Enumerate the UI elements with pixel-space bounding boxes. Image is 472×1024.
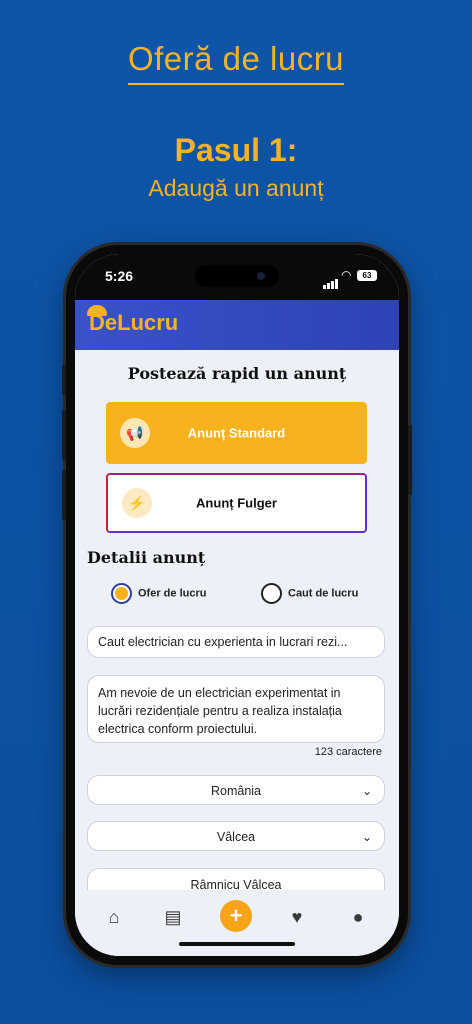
wifi-icon: ◠ <box>341 268 352 282</box>
post-form: Postează rapid un anunț 📢 Anunț Standard… <box>75 350 399 910</box>
hardhat-icon <box>87 305 107 316</box>
phone-side-button <box>62 410 66 460</box>
page-title: Postează rapid un anunț <box>127 364 347 383</box>
radio-checked-icon <box>111 583 132 604</box>
signal-icon <box>323 271 339 289</box>
home-indicator <box>179 942 295 946</box>
ad-description-input[interactable]: Am nevoie de un electrician experimentat… <box>87 675 385 743</box>
bottom-navigation: ⌂ ▤ + ♥ ● <box>75 890 399 956</box>
heart-icon[interactable]: ♥ <box>284 904 310 930</box>
documents-icon[interactable]: ▤ <box>160 904 186 930</box>
phone-side-button <box>62 470 66 520</box>
radio-offer-work[interactable]: Ofer de lucru <box>111 583 206 605</box>
phone-side-button <box>62 365 66 395</box>
phone-screen: 5:26 ◠ 63 DeLucru Postează rapid un anun… <box>75 254 399 956</box>
phone-side-button <box>408 425 412 495</box>
add-icon[interactable]: + <box>220 900 252 932</box>
chevron-down-icon: ⌄ <box>361 830 372 844</box>
promo-step-subtitle: Adaugă un anunț <box>148 175 324 201</box>
radio-unchecked-icon <box>261 583 282 604</box>
home-icon[interactable]: ⌂ <box>101 904 127 930</box>
country-select[interactable]: România ⌄ <box>87 775 385 805</box>
standard-ad-button[interactable]: 📢 Anunț Standard <box>106 402 367 464</box>
flash-ad-button[interactable]: ⚡ Anunț Fulger <box>106 473 367 533</box>
char-counter: 123 caractere <box>314 746 382 758</box>
chevron-down-icon: ⌄ <box>361 784 372 798</box>
camera-icon <box>257 272 265 280</box>
radio-seek-work[interactable]: Caut de lucru <box>261 583 358 605</box>
promo-title: Oferă de lucru <box>0 40 472 85</box>
details-section-title: Detalii anunț <box>87 548 206 567</box>
phone-frame: 5:26 ◠ 63 DeLucru Postează rapid un anun… <box>62 245 412 965</box>
status-time: 5:26 <box>105 268 134 284</box>
county-select[interactable]: Vâlcea ⌄ <box>87 821 385 851</box>
dynamic-island <box>195 265 279 287</box>
app-logo[interactable]: DeLucru <box>87 305 178 336</box>
app-header: DeLucru <box>75 300 399 350</box>
battery-icon: 63 <box>357 270 377 281</box>
profile-icon[interactable]: ● <box>345 904 371 930</box>
ad-title-input[interactable]: Caut electrician cu experienta in lucrar… <box>87 626 385 658</box>
promo-step: Pasul 1: <box>174 132 298 168</box>
status-bar: 5:26 ◠ 63 <box>75 254 399 300</box>
